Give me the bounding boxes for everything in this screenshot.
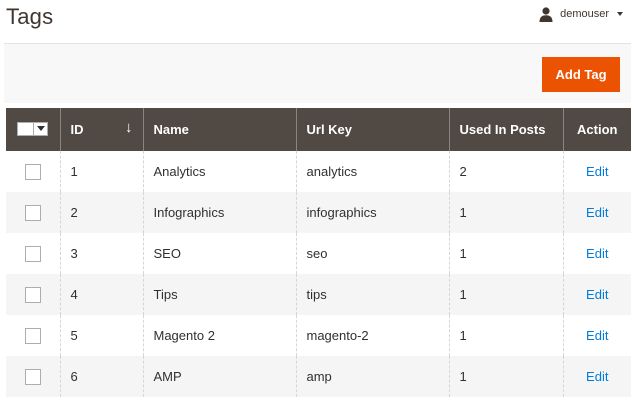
table-row: 1 Analytics analytics 2 Edit: [6, 151, 631, 192]
cell-name: Infographics: [142, 192, 296, 233]
table-row: 5 Magento 2 magento-2 1 Edit: [6, 315, 631, 356]
cell-id: 3: [59, 233, 143, 274]
cell-name: Tips: [142, 274, 296, 315]
page-actions-bar: Add Tag: [4, 43, 631, 103]
row-checkbox[interactable]: [25, 163, 41, 180]
cell-id: 1: [59, 151, 143, 192]
row-checkbox[interactable]: [25, 286, 41, 303]
cell-name: AMP: [142, 356, 296, 397]
edit-link[interactable]: Edit: [586, 205, 608, 220]
mass-select-header[interactable]: [6, 108, 60, 151]
column-header-id-label: ID: [70, 122, 84, 137]
column-header-name[interactable]: Name: [142, 108, 296, 151]
chevron-down-icon[interactable]: [34, 123, 47, 135]
cell-url-key: tips: [295, 274, 449, 315]
user-icon: [538, 6, 554, 22]
mass-select-dropdown[interactable]: [17, 121, 48, 136]
cell-id: 5: [59, 315, 143, 356]
chevron-down-icon: [617, 12, 623, 16]
user-account-menu[interactable]: demouser: [538, 6, 623, 22]
table-row: 6 AMP amp 1 Edit: [6, 356, 631, 397]
column-header-id[interactable]: ID ↓: [59, 108, 143, 151]
cell-url-key: amp: [295, 356, 449, 397]
cell-used-in-posts: 1: [448, 356, 563, 397]
table-row: 4 Tips tips 1 Edit: [6, 274, 631, 315]
cell-id: 4: [59, 274, 143, 315]
table-row: 2 Infographics infographics 1 Edit: [6, 192, 631, 233]
cell-name: Analytics: [142, 151, 296, 192]
tags-grid: ID ↓ Name Url Key Used In Posts Action 1…: [6, 108, 631, 397]
mass-select-checkbox[interactable]: [18, 122, 34, 135]
cell-used-in-posts: 1: [448, 274, 563, 315]
column-header-url-key[interactable]: Url Key: [295, 108, 449, 151]
table-row: 3 SEO seo 1 Edit: [6, 233, 631, 274]
edit-link[interactable]: Edit: [586, 287, 608, 302]
cell-url-key: magento-2: [295, 315, 449, 356]
cell-id: 6: [59, 356, 143, 397]
row-checkbox[interactable]: [25, 204, 41, 221]
row-checkbox[interactable]: [25, 368, 41, 385]
add-tag-button[interactable]: Add Tag: [542, 57, 620, 92]
edit-link[interactable]: Edit: [586, 328, 608, 343]
grid-header-row: ID ↓ Name Url Key Used In Posts Action: [6, 108, 631, 151]
cell-url-key: seo: [295, 233, 449, 274]
row-checkbox[interactable]: [25, 245, 41, 262]
cell-used-in-posts: 1: [448, 315, 563, 356]
cell-url-key: analytics: [295, 151, 449, 192]
cell-used-in-posts: 2: [448, 151, 563, 192]
cell-name: Magento 2: [142, 315, 296, 356]
cell-name: SEO: [142, 233, 296, 274]
page-title: Tags: [6, 4, 54, 29]
user-name: demouser: [560, 8, 609, 20]
column-header-used-in-posts[interactable]: Used In Posts: [448, 108, 563, 151]
cell-url-key: infographics: [295, 192, 449, 233]
cell-id: 2: [59, 192, 143, 233]
edit-link[interactable]: Edit: [586, 246, 608, 261]
sort-descending-icon[interactable]: ↓: [125, 119, 133, 136]
column-header-action: Action: [562, 108, 631, 151]
edit-link[interactable]: Edit: [586, 164, 608, 179]
row-checkbox[interactable]: [25, 327, 41, 344]
cell-used-in-posts: 1: [448, 233, 563, 274]
cell-used-in-posts: 1: [448, 192, 563, 233]
edit-link[interactable]: Edit: [586, 369, 608, 384]
